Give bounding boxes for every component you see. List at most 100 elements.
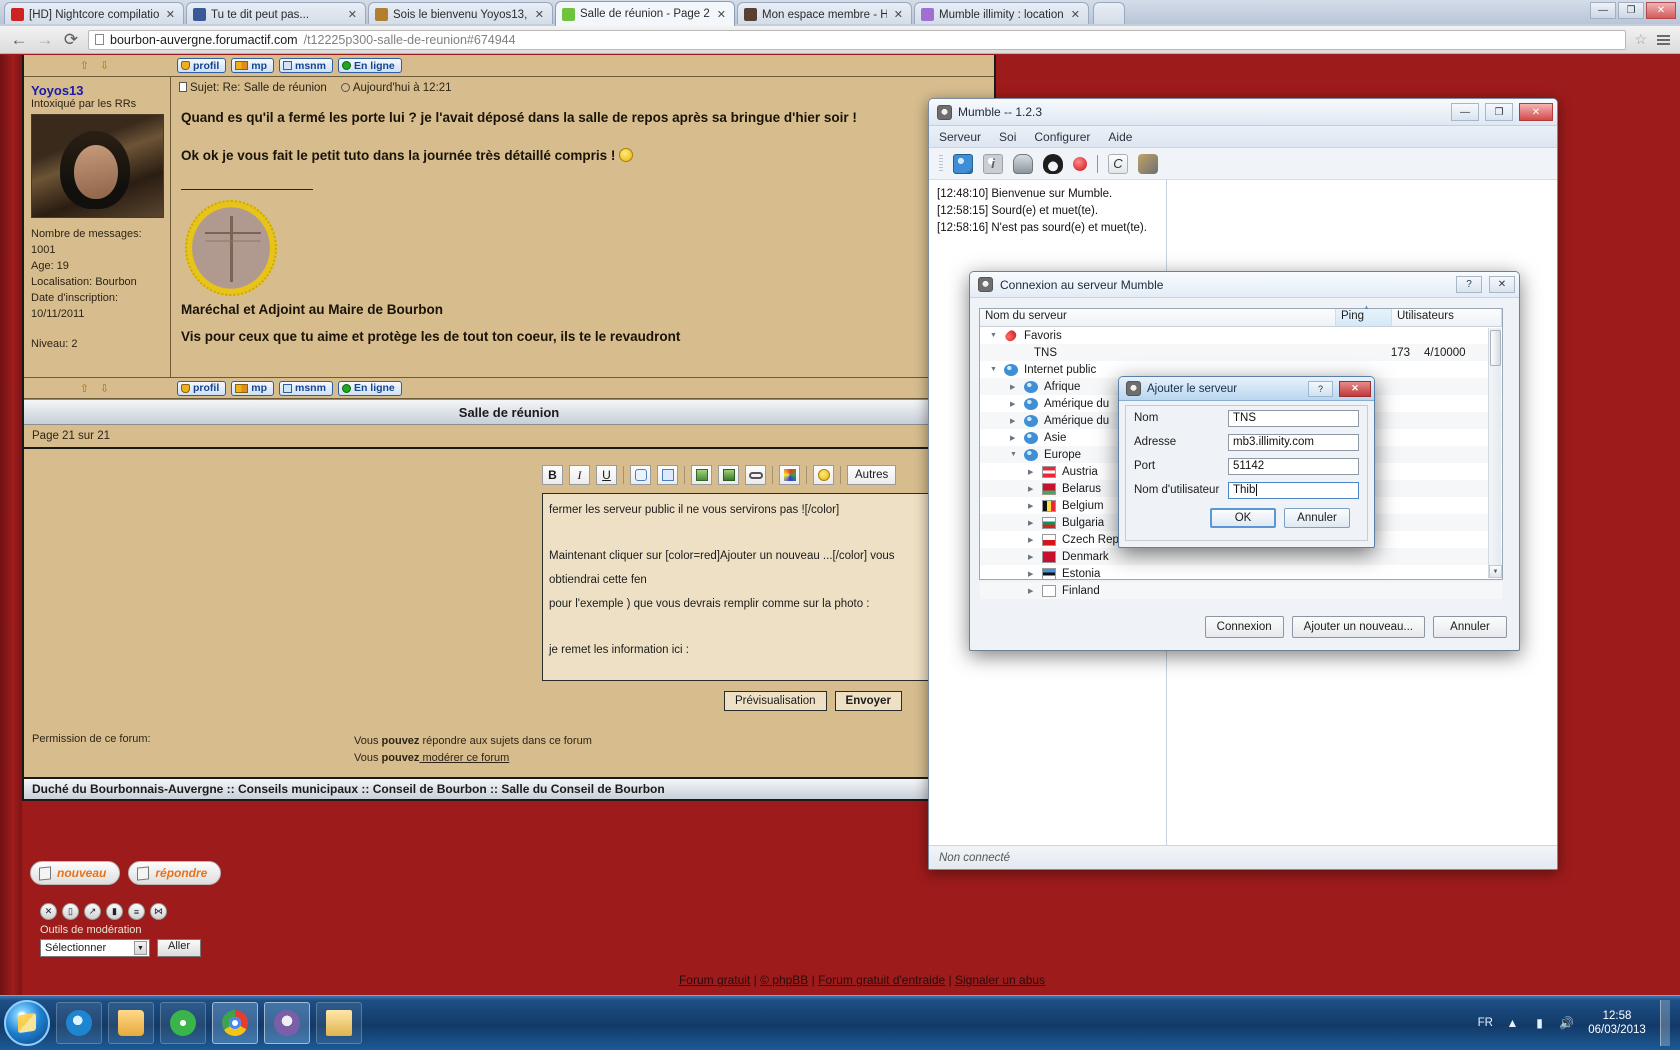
- menu-aide[interactable]: Aide: [1108, 130, 1132, 144]
- menu-soi[interactable]: Soi: [999, 130, 1016, 144]
- headphones-icon[interactable]: [1043, 153, 1063, 174]
- browser-tab-4[interactable]: Mon espace membre - He ✕: [737, 2, 912, 26]
- footer-link-entraide[interactable]: Forum gratuit d'entraide: [818, 973, 945, 987]
- footer-link-signaler[interactable]: Signaler un abus: [955, 973, 1045, 987]
- breadcrumb[interactable]: Duché du Bourbonnais-Auvergne :: Conseil…: [24, 777, 994, 801]
- move-icon[interactable]: ↗: [84, 903, 101, 920]
- microphone-icon[interactable]: [1013, 153, 1033, 174]
- taskbar-clock[interactable]: 12:58 06/03/2013: [1586, 1009, 1648, 1037]
- add-server-title-bar[interactable]: Ajouter le serveur ? ✕: [1119, 377, 1374, 401]
- mumble-maximize-button[interactable]: ❐: [1485, 103, 1513, 121]
- insert-flash-button[interactable]: [718, 465, 739, 485]
- network-icon[interactable]: ▮: [1532, 1016, 1547, 1031]
- expander-icon[interactable]: ▶: [1010, 383, 1024, 391]
- minimize-button[interactable]: —: [1590, 2, 1616, 19]
- tab-close-icon[interactable]: ✕: [533, 8, 546, 21]
- cancel-button[interactable]: Annuler: [1284, 508, 1350, 528]
- reload-icon[interactable]: ⟳: [62, 31, 80, 48]
- delete-icon[interactable]: ✕: [40, 903, 57, 920]
- expander-icon[interactable]: ▶: [1028, 519, 1042, 527]
- column-users[interactable]: Utilisateurs: [1392, 309, 1502, 326]
- bold-button[interactable]: B: [542, 465, 563, 485]
- footer-link-forum-gratuit[interactable]: Forum gratuit: [679, 973, 750, 987]
- taskbar-item-chrome[interactable]: [212, 1002, 258, 1044]
- expander-icon[interactable]: ▶: [1010, 434, 1024, 442]
- reply-textarea[interactable]: fermer les serveur public il ne vous ser…: [542, 493, 954, 681]
- certificate-icon[interactable]: C: [1108, 153, 1128, 174]
- username-input[interactable]: Thib: [1228, 481, 1359, 499]
- insert-image-button[interactable]: [691, 465, 712, 485]
- connect-dialog-close-button[interactable]: ✕: [1489, 276, 1515, 293]
- name-input[interactable]: TNS: [1228, 409, 1359, 427]
- column-server-name[interactable]: Nom du serveur: [980, 309, 1336, 326]
- expander-icon[interactable]: ▶: [1028, 570, 1042, 578]
- server-list-scrollbar[interactable]: ▼: [1488, 328, 1502, 578]
- info-icon[interactable]: i: [983, 153, 1003, 174]
- browser-tab-3[interactable]: Salle de réunion - Page 21 ✕: [555, 1, 735, 26]
- browser-tab-2[interactable]: Sois le bienvenu Yoyos13, ✕: [368, 2, 553, 26]
- msnm-button[interactable]: msnm: [279, 58, 333, 73]
- cancel-button[interactable]: Annuler: [1433, 616, 1507, 638]
- insert-link-button[interactable]: [745, 465, 766, 485]
- menu-configurer[interactable]: Configurer: [1034, 130, 1090, 144]
- close-button[interactable]: ✕: [1646, 2, 1676, 19]
- taskbar-item-media-player[interactable]: [160, 1002, 206, 1044]
- expander-icon[interactable]: ▶: [1028, 468, 1042, 476]
- server-list-row[interactable]: ▶ Estonia: [980, 565, 1502, 582]
- lock-icon[interactable]: ▮: [106, 903, 123, 920]
- tab-close-icon[interactable]: ✕: [164, 8, 177, 21]
- help-button[interactable]: ?: [1456, 276, 1482, 293]
- expander-icon[interactable]: ▶: [1010, 400, 1024, 408]
- mumble-close-button[interactable]: ✕: [1519, 103, 1553, 121]
- tab-close-icon[interactable]: ✕: [1069, 8, 1082, 21]
- trash-icon[interactable]: ▯: [62, 903, 79, 920]
- post-sort-arrows-bottom[interactable]: ⇧ ⇩: [24, 382, 169, 395]
- scroll-down-icon[interactable]: ▼: [1489, 565, 1502, 578]
- connect-dialog-title-bar[interactable]: Connexion au serveur Mumble ? ✕: [970, 272, 1519, 298]
- expander-icon[interactable]: ▶: [1028, 485, 1042, 493]
- quote-button[interactable]: [630, 465, 651, 485]
- split-icon[interactable]: ⋈: [150, 903, 167, 920]
- expander-icon[interactable]: ▼: [1010, 451, 1024, 458]
- server-list-row[interactable]: ▶ Denmark: [980, 548, 1502, 565]
- globe-icon[interactable]: [953, 153, 973, 174]
- mumble-title-bar[interactable]: Mumble -- 1.2.3 — ❐ ✕: [929, 99, 1557, 126]
- footer-link-phpbb[interactable]: © phpBB: [760, 973, 808, 987]
- preview-button[interactable]: Prévisualisation: [724, 691, 827, 711]
- record-icon[interactable]: [1073, 156, 1087, 171]
- expander-icon[interactable]: ▶: [1028, 536, 1042, 544]
- ok-button[interactable]: OK: [1210, 508, 1276, 528]
- taskbar-item-windows-explorer[interactable]: [108, 1002, 154, 1044]
- start-button[interactable]: [4, 1000, 50, 1046]
- moderation-select[interactable]: Sélectionner ▼: [40, 939, 150, 957]
- volume-icon[interactable]: 🔊: [1559, 1016, 1574, 1031]
- mumble-minimize-button[interactable]: —: [1451, 103, 1479, 121]
- add-new-server-button[interactable]: Ajouter un nouveau...: [1291, 616, 1425, 638]
- expander-icon[interactable]: ▶: [1028, 553, 1042, 561]
- users-icon[interactable]: [1138, 153, 1158, 174]
- italic-button[interactable]: I: [569, 465, 590, 485]
- merge-icon[interactable]: ≡: [128, 903, 145, 920]
- address-input[interactable]: mb3.illimity.com: [1228, 433, 1359, 451]
- show-desktop-button[interactable]: [1660, 1000, 1670, 1046]
- profil-button-bottom[interactable]: profil: [177, 380, 227, 396]
- toolbar-grip[interactable]: [939, 154, 943, 173]
- expander-icon[interactable]: ▼: [990, 366, 1004, 373]
- msnm-button-bottom[interactable]: msnm: [279, 380, 333, 396]
- reply-button[interactable]: répondre: [128, 861, 222, 885]
- menu-serveur[interactable]: Serveur: [939, 130, 981, 144]
- server-list-row[interactable]: ▼ Favoris: [980, 327, 1502, 344]
- server-list-row[interactable]: ▶ Finland: [980, 582, 1502, 599]
- show-hidden-icons-icon[interactable]: ▲: [1505, 1016, 1520, 1031]
- browser-tab-0[interactable]: [HD] Nightcore compilatio ✕: [4, 2, 184, 26]
- author-username[interactable]: Yoyos13: [31, 83, 163, 98]
- tab-close-icon[interactable]: ✕: [892, 8, 905, 21]
- port-input[interactable]: 51142: [1228, 457, 1359, 475]
- underline-button[interactable]: U: [596, 465, 617, 485]
- mp-button[interactable]: mp: [231, 58, 274, 73]
- forward-icon[interactable]: →: [36, 31, 54, 48]
- post-sort-arrows[interactable]: ⇧ ⇩: [24, 59, 169, 72]
- expander-icon[interactable]: ▶: [1028, 502, 1042, 510]
- profil-button[interactable]: profil: [177, 58, 227, 73]
- tab-close-icon[interactable]: ✕: [715, 8, 728, 21]
